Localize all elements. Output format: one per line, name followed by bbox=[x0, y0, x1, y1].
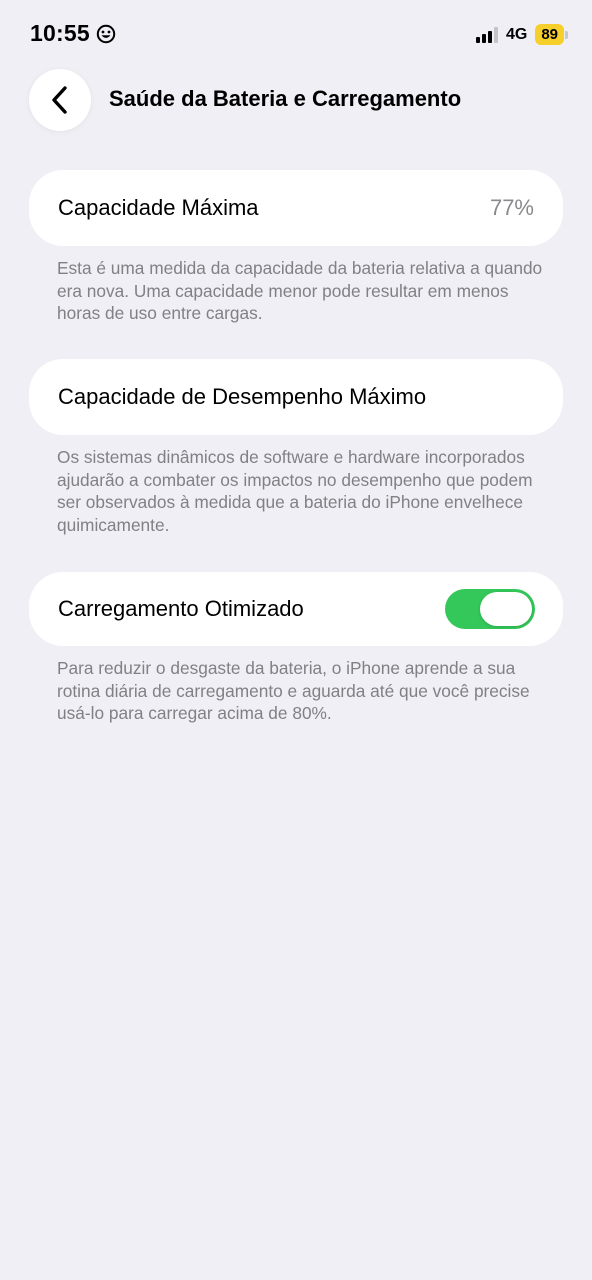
page-title: Saúde da Bateria e Carregamento bbox=[109, 86, 462, 111]
peak-performance-label: Capacidade de Desempenho Máximo bbox=[58, 384, 427, 409]
maximum-capacity-label: Capacidade Máxima bbox=[58, 195, 259, 220]
maximum-capacity-row: Capacidade Máxima 77% bbox=[29, 170, 563, 246]
time-label: 10:55 bbox=[30, 20, 90, 46]
cellular-signal-icon bbox=[475, 26, 498, 43]
toggle-knob bbox=[480, 592, 532, 626]
maximum-capacity-footnote: Esta é uma medida da capacidade da bater… bbox=[57, 258, 543, 323]
peak-performance-row: Capacidade de Desempenho Máximo bbox=[29, 359, 563, 435]
network-type: 4G bbox=[505, 25, 528, 43]
status-time: 10:55 bbox=[30, 20, 116, 47]
battery-level: 89 bbox=[541, 26, 558, 43]
back-button[interactable] bbox=[29, 69, 91, 131]
optimized-charging-toggle[interactable] bbox=[445, 589, 535, 629]
maximum-capacity-value: 77% bbox=[489, 195, 534, 220]
status-bar: 10:55 4G 89 bbox=[0, 0, 592, 64]
battery-icon: 89 bbox=[535, 24, 568, 45]
optimized-charging-label: Carregamento Otimizado bbox=[58, 596, 304, 621]
optimized-charging-footnote: Para reduzir o desgaste da bateria, o iP… bbox=[57, 658, 530, 723]
smiley-icon bbox=[96, 24, 116, 43]
optimized-charging-row: Carregamento Otimizado bbox=[29, 572, 563, 646]
status-indicators: 4G 89 bbox=[475, 24, 568, 45]
chevron-left-icon bbox=[52, 86, 67, 114]
peak-performance-footnote: Os sistemas dinâmicos de software e hard… bbox=[57, 447, 533, 535]
